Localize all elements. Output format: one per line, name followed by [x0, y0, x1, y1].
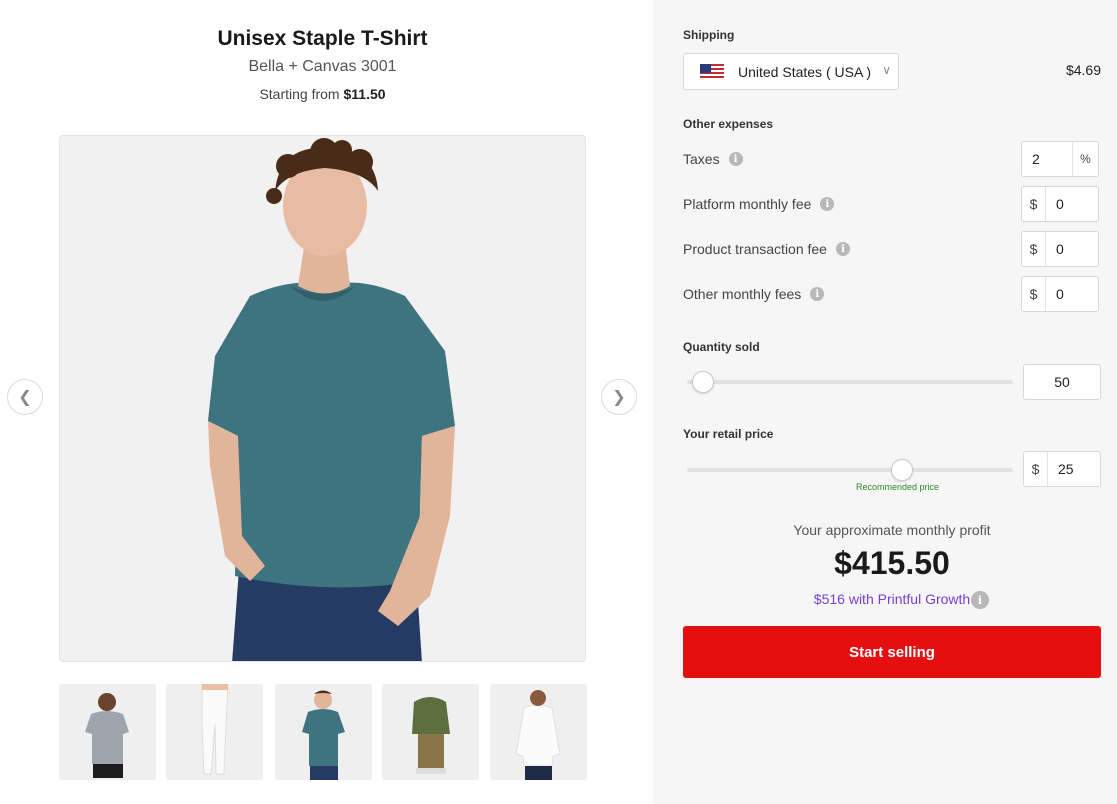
- quantity-slider-thumb[interactable]: [692, 371, 715, 393]
- quantity-slider-track[interactable]: [687, 380, 1013, 384]
- other-fees-input[interactable]: $ 0: [1021, 276, 1099, 312]
- other-fees-label: Other monthly fees: [683, 286, 802, 302]
- platform-fee-row-label: Platform monthly fee i: [683, 196, 835, 212]
- main-product-image: [59, 135, 586, 662]
- recommended-price-label: Recommended price: [856, 482, 940, 492]
- chevron-down-icon: ∨: [882, 63, 891, 77]
- product-panel: Unisex Staple T-Shirt Bella + Canvas 300…: [0, 0, 653, 804]
- retail-price-label: Your retail price: [683, 427, 774, 441]
- info-icon[interactable]: i: [810, 287, 825, 301]
- thumbnail-image: [201, 684, 229, 775]
- product-title: Unisex Staple T-Shirt: [217, 27, 428, 50]
- taxes-row-label: Taxes i: [683, 151, 743, 167]
- thumbnail-olive-hoodie[interactable]: [382, 684, 479, 780]
- quantity-value: 50: [1054, 374, 1070, 390]
- thumbnail-image: [515, 690, 561, 780]
- quantity-input[interactable]: 50: [1023, 364, 1101, 400]
- thumbnail-gray-tshirt[interactable]: [59, 684, 156, 780]
- platform-fee-label: Platform monthly fee: [683, 196, 812, 212]
- price-value: $11.50: [343, 86, 386, 102]
- retail-price-slider-thumb[interactable]: [891, 459, 914, 481]
- shipping-price: $4.69: [1065, 62, 1101, 78]
- dollar-prefix: $: [1022, 277, 1046, 311]
- thumbnail-white-leggings[interactable]: [166, 684, 263, 780]
- profit-caption: Your approximate monthly profit: [793, 522, 991, 538]
- price-prefix: Starting from: [259, 86, 340, 102]
- country-value: United States ( USA ): [738, 63, 872, 80]
- profit-value: $415.50: [834, 545, 950, 581]
- other-expenses-label: Other expenses: [683, 117, 774, 131]
- transaction-fee-input[interactable]: $ 0: [1021, 231, 1099, 267]
- retail-price-slider-track[interactable]: [687, 468, 1013, 472]
- shipping-country-select[interactable]: United States ( USA ) ∨: [683, 53, 899, 90]
- retail-price-value: 25: [1058, 461, 1074, 477]
- thumbnail-strip: [59, 684, 587, 784]
- other-fees-row-label: Other monthly fees i: [683, 286, 825, 302]
- platform-fee-input[interactable]: $ 0: [1021, 186, 1099, 222]
- thumbnail-image: [412, 697, 450, 774]
- printful-growth-line: $516 with Printful Growth i: [653, 591, 1117, 609]
- product-starting-price: Starting from $11.50: [0, 86, 645, 102]
- taxes-label: Taxes: [683, 151, 720, 167]
- start-selling-button[interactable]: Start selling: [683, 626, 1101, 678]
- chevron-left-icon: ❮: [18, 389, 32, 406]
- info-icon[interactable]: i: [820, 197, 835, 211]
- profit-calculator-panel: Shipping United States ( USA ) ∨ $4.69 O…: [653, 0, 1117, 804]
- product-brand: Bella + Canvas 3001: [248, 58, 397, 75]
- model-teal-tshirt-image: [208, 138, 455, 661]
- transaction-fee-label: Product transaction fee: [683, 241, 827, 257]
- platform-fee-value: 0: [1056, 196, 1064, 212]
- info-icon[interactable]: i: [728, 152, 743, 166]
- dollar-prefix: $: [1022, 232, 1046, 266]
- thumbnail-image: [85, 693, 129, 778]
- growth-link[interactable]: $516 with Printful Growth: [814, 591, 970, 607]
- other-fees-value: 0: [1056, 286, 1064, 302]
- taxes-value: 2: [1032, 151, 1040, 167]
- dollar-prefix: $: [1024, 452, 1048, 486]
- chevron-right-icon: ❯: [612, 389, 626, 406]
- quantity-sold-label: Quantity sold: [683, 340, 760, 354]
- thumbnail-white-longsleeve[interactable]: [490, 684, 587, 780]
- taxes-input[interactable]: 2 %: [1021, 141, 1099, 177]
- shipping-label: Shipping: [683, 28, 735, 42]
- info-icon[interactable]: i: [835, 242, 850, 256]
- thumbnail-image: [302, 690, 345, 780]
- next-image-button[interactable]: ❯: [601, 379, 637, 415]
- dollar-prefix: $: [1022, 187, 1046, 221]
- transaction-fee-value: 0: [1056, 241, 1064, 257]
- percent-suffix: %: [1072, 142, 1098, 176]
- us-flag-icon: [700, 63, 724, 80]
- thumbnail-teal-tshirt[interactable]: [275, 684, 372, 780]
- transaction-fee-row-label: Product transaction fee i: [683, 241, 850, 257]
- info-icon[interactable]: i: [971, 591, 989, 609]
- previous-image-button[interactable]: ❮: [7, 379, 43, 415]
- retail-price-input[interactable]: $ 25: [1023, 451, 1101, 487]
